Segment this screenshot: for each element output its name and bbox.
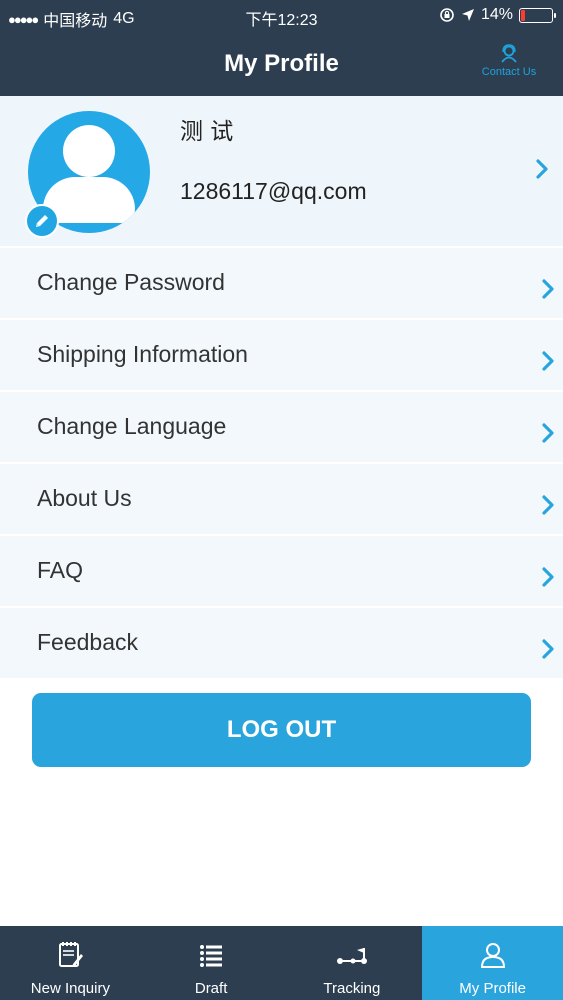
- location-arrow-icon: [461, 9, 474, 21]
- chevron-right-icon: [542, 495, 554, 515]
- profile-email: 1286117@qq.com: [180, 178, 367, 204]
- menu-item-shipping-information[interactable]: Shipping Information: [0, 320, 563, 390]
- battery-fill: [521, 9, 525, 21]
- logout-button[interactable]: LOG OUT: [32, 693, 531, 767]
- tab-bar: New Inquiry Draft Tracking My Profile: [0, 926, 563, 1000]
- pencil-icon: [36, 215, 48, 227]
- tab-tracking[interactable]: Tracking: [282, 926, 423, 1000]
- menu-item-change-language[interactable]: Change Language: [0, 392, 563, 462]
- tab-label: My Profile: [459, 980, 526, 997]
- route-icon: [336, 948, 367, 964]
- battery-percent: 14%: [480, 6, 513, 23]
- chevron-right-icon: [542, 423, 554, 443]
- header: My Profile Contact Us: [0, 32, 563, 96]
- list-icon: [200, 945, 223, 967]
- chevron-right-icon: [542, 279, 554, 299]
- chevron-right-icon: [542, 351, 554, 371]
- tab-new-inquiry[interactable]: New Inquiry: [0, 926, 141, 1000]
- menu-item-label: Change Password: [37, 269, 225, 295]
- person-icon: [480, 943, 505, 968]
- tab-my-profile[interactable]: My Profile: [422, 926, 563, 1000]
- status-bar: ●●●●● 中国移动 4G 下午12:23 14%: [0, 0, 563, 32]
- menu-item-faq[interactable]: FAQ: [0, 536, 563, 606]
- profile-name: 测 试: [180, 119, 234, 145]
- menu-item-about-us[interactable]: About Us: [0, 464, 563, 534]
- menu-item-label: Change Language: [37, 413, 227, 439]
- rotation-lock-icon: [440, 8, 454, 22]
- menu-item-label: About Us: [37, 485, 132, 511]
- chevron-right-icon: [542, 639, 554, 659]
- headset-icon: [501, 44, 517, 63]
- tab-label: Tracking: [323, 980, 381, 997]
- contact-us-label: Contact Us: [481, 66, 537, 78]
- settings-menu: Change Password Shipping Information Cha…: [0, 248, 563, 680]
- profile-card[interactable]: 测 试 1286117@qq.com: [0, 96, 563, 246]
- chevron-right-icon: [536, 159, 548, 179]
- menu-item-label: FAQ: [37, 557, 84, 583]
- battery-icon: [519, 7, 556, 23]
- tab-draft[interactable]: Draft: [141, 926, 282, 1000]
- menu-item-feedback[interactable]: Feedback: [0, 608, 563, 678]
- menu-item-change-password[interactable]: Change Password: [0, 248, 563, 318]
- menu-item-label: Shipping Information: [37, 341, 248, 367]
- notepad-icon: [59, 942, 84, 967]
- tab-label: New Inquiry: [30, 980, 110, 997]
- edit-avatar-button[interactable]: [25, 204, 59, 238]
- chevron-right-icon: [542, 567, 554, 587]
- menu-item-label: Feedback: [37, 629, 139, 655]
- contact-us-button[interactable]: Contact Us: [479, 44, 539, 78]
- tab-label: Draft: [194, 980, 228, 997]
